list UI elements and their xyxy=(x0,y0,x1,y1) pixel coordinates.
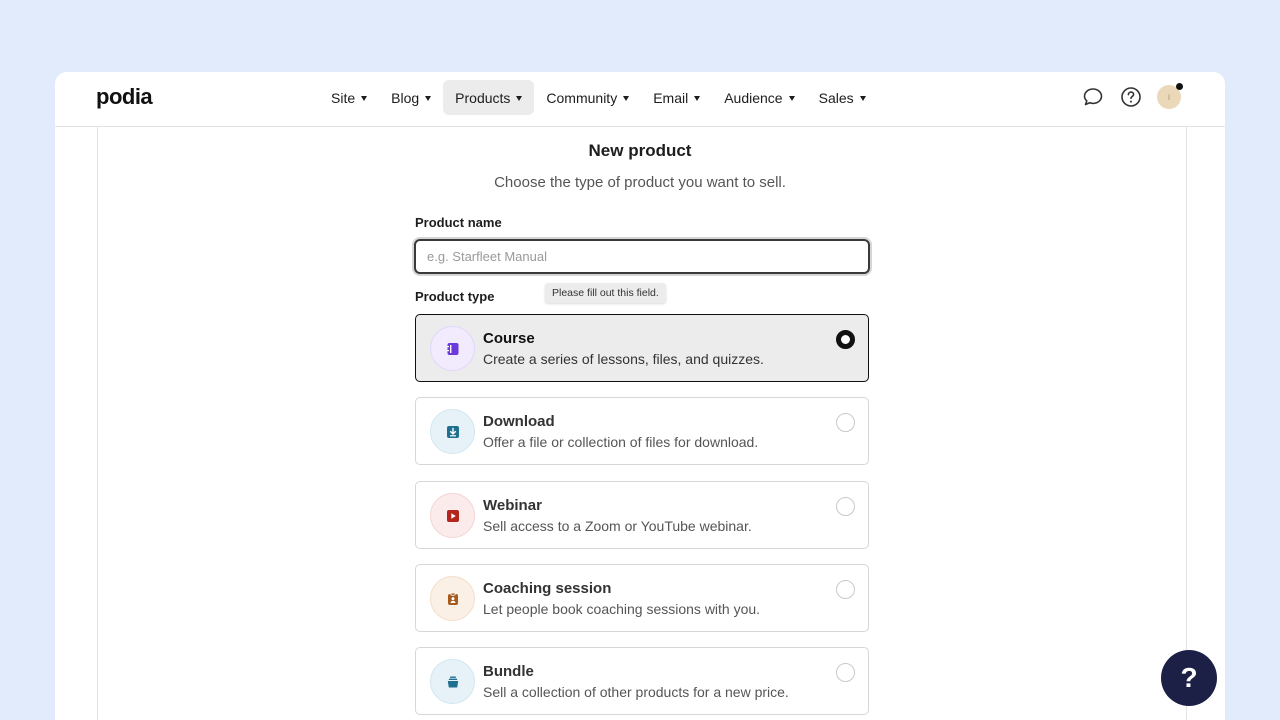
notification-dot xyxy=(1176,83,1183,90)
nav-item-email[interactable]: Email xyxy=(641,80,712,115)
option-description: Sell a collection of other products for … xyxy=(483,684,789,700)
stack-icon xyxy=(430,659,475,704)
product-type-coaching-session[interactable]: Coaching session Let people book coachin… xyxy=(415,564,869,632)
nav-item-site[interactable]: Site xyxy=(319,80,379,115)
option-title: Webinar xyxy=(483,497,542,514)
top-right-icons: ı xyxy=(1081,83,1183,109)
main-nav: Site Blog Products Community Email Audie… xyxy=(319,80,878,115)
caret-down-icon xyxy=(694,95,701,101)
nav-item-label: Blog xyxy=(391,89,420,106)
caret-down-icon xyxy=(361,95,368,101)
option-description: Let people book coaching sessions with y… xyxy=(483,601,761,617)
download-icon xyxy=(430,409,475,454)
page-subtitle: Choose the type of product you want to s… xyxy=(494,174,786,191)
radio-unselected[interactable] xyxy=(836,663,855,682)
nav-item-audience[interactable]: Audience xyxy=(712,80,806,115)
option-title: Course xyxy=(483,330,535,347)
nav-item-label: Products xyxy=(455,89,511,106)
avatar[interactable]: ı xyxy=(1157,83,1183,109)
nav-item-label: Sales xyxy=(818,89,854,106)
product-type-bundle[interactable]: Bundle Sell a collection of other produc… xyxy=(415,647,869,715)
avatar-glyph: ı xyxy=(1167,91,1171,103)
radio-unselected[interactable] xyxy=(836,580,855,599)
nav-item-sales[interactable]: Sales xyxy=(807,80,878,115)
nav-item-label: Email xyxy=(653,89,689,106)
product-type-webinar[interactable]: Webinar Sell access to a Zoom or YouTube… xyxy=(415,481,869,549)
caret-down-icon xyxy=(788,95,795,101)
product-type-label: Product type xyxy=(415,289,495,304)
product-type-course[interactable]: Course Create a series of lessons, files… xyxy=(415,314,869,382)
option-title: Download xyxy=(483,413,555,430)
validation-tooltip: Please fill out this field. xyxy=(545,283,666,303)
clipboard-person-icon xyxy=(430,576,475,621)
help-chat-button[interactable]: ? xyxy=(1161,650,1217,706)
help-circle-icon[interactable] xyxy=(1119,85,1143,109)
caret-down-icon xyxy=(623,95,630,101)
product-name-input[interactable] xyxy=(414,239,870,274)
podia-logo[interactable]: podia xyxy=(96,84,153,110)
option-description: Sell access to a Zoom or YouTube webinar… xyxy=(483,518,752,534)
nav-item-community[interactable]: Community xyxy=(534,80,641,115)
nav-item-products[interactable]: Products xyxy=(443,80,535,115)
option-description: Offer a file or collection of files for … xyxy=(483,434,759,450)
option-title: Coaching session xyxy=(483,580,612,597)
play-icon xyxy=(430,493,475,538)
notebook-icon xyxy=(430,326,475,371)
nav-item-label: Community xyxy=(546,89,618,106)
option-description: Create a series of lessons, files, and q… xyxy=(483,351,764,367)
radio-unselected[interactable] xyxy=(836,497,855,516)
option-title: Bundle xyxy=(483,663,534,680)
caret-down-icon xyxy=(425,95,432,101)
radio-unselected[interactable] xyxy=(836,413,855,432)
caret-down-icon xyxy=(516,95,523,101)
caret-down-icon xyxy=(859,95,866,101)
nav-item-blog[interactable]: Blog xyxy=(379,80,443,115)
page-title: New product xyxy=(588,141,692,160)
product-type-download[interactable]: Download Offer a file or collection of f… xyxy=(415,397,869,465)
product-name-label: Product name xyxy=(415,215,502,230)
chat-bubble-icon[interactable] xyxy=(1081,85,1105,109)
nav-item-label: Audience xyxy=(724,89,783,106)
top-navigation-bar: podia Site Blog Products Community Email xyxy=(55,72,1225,127)
radio-selected[interactable] xyxy=(836,330,855,349)
nav-item-label: Site xyxy=(331,89,356,106)
